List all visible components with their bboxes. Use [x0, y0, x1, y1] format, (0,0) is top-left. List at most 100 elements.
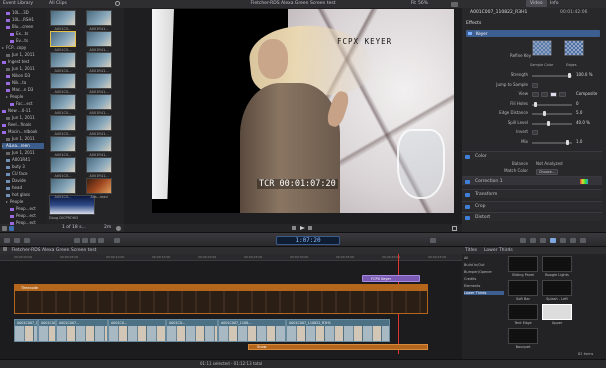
event-library-item[interactable]: Ingest test — [2, 59, 44, 65]
zoom-value[interactable]: 56% — [418, 0, 428, 7]
library-icon[interactable] — [14, 238, 20, 243]
titles-category[interactable]: Lower Thirds — [464, 291, 504, 295]
keyer-param-slider-track[interactable] — [532, 103, 572, 106]
title-preview-thumbnail[interactable] — [508, 304, 538, 320]
storyline-clip[interactable]: A001C007... — [56, 319, 108, 342]
titles-category[interactable]: Credits — [464, 277, 504, 281]
sample-color-swatch[interactable] — [532, 40, 552, 56]
correction-section[interactable]: Correction 1 — [462, 176, 602, 185]
keyer-param-slider-knob[interactable] — [533, 101, 537, 107]
title-preview-thumbnail[interactable] — [508, 328, 538, 344]
event-library-item[interactable]: Jun 1, 2011 — [2, 136, 44, 142]
skip-back-button[interactable] — [292, 226, 296, 230]
view-mode-button[interactable] — [532, 92, 539, 97]
keyer-param-toggle[interactable] — [532, 82, 538, 88]
clip-thumbnail[interactable] — [86, 136, 112, 152]
transform-section[interactable]: Transform — [462, 189, 602, 198]
clip-thumbnail[interactable] — [50, 94, 76, 110]
filmstrip-view-icon[interactable] — [2, 225, 7, 231]
storyline-clip[interactable]: A001C0... — [108, 319, 166, 342]
clip-thumbnail[interactable] — [86, 178, 112, 194]
event-library-item[interactable]: Reel...finals — [2, 122, 44, 128]
event-library-item[interactable]: hot glass — [2, 192, 44, 198]
disclosure-triangle-icon[interactable] — [2, 47, 4, 49]
title-preview-thumbnail[interactable] — [542, 280, 572, 296]
connect-edit-icon[interactable] — [74, 238, 80, 243]
tab-video[interactable]: Video — [526, 0, 547, 7]
clip-thumbnail[interactable] — [86, 31, 112, 47]
themes-icon[interactable] — [570, 238, 576, 243]
timeline-back-icon[interactable] — [3, 247, 7, 251]
tab-info[interactable]: Info — [550, 0, 559, 7]
keyword-icon[interactable] — [24, 238, 30, 243]
event-library-item[interactable]: Peop...ect — [2, 206, 44, 212]
keyer-param-slider-track[interactable] — [532, 113, 572, 115]
keyer-param-slider-knob[interactable] — [547, 120, 551, 126]
event-library-item[interactable]: People — [2, 199, 44, 205]
select-tool-icon[interactable] — [114, 238, 120, 243]
keyer-param-toggle[interactable] — [532, 130, 538, 135]
clip-thumbnail[interactable] — [86, 94, 112, 110]
title-preview-thumbnail[interactable] — [542, 256, 572, 272]
event-library-item[interactable]: 10L...3D — [2, 10, 44, 16]
storyline-clip[interactable]: A001C007_110822_R3H1 — [38, 319, 56, 342]
dashboard-timecode[interactable]: 1:07:20 — [276, 236, 340, 245]
keyer-param-slider-knob[interactable] — [568, 73, 572, 78]
clip-thumbnail[interactable] — [50, 136, 76, 152]
view-options-icon[interactable] — [451, 1, 458, 7]
titles-search-label[interactable]: Lower Thirds — [484, 247, 513, 254]
color-section[interactable]: Color — [462, 151, 602, 160]
enhancements-icon[interactable] — [430, 238, 436, 243]
clip-thumbnail[interactable] — [50, 178, 76, 194]
fit-label[interactable]: Fit — [411, 0, 416, 7]
play-button[interactable] — [300, 225, 305, 230]
music-icon[interactable] — [530, 238, 536, 243]
list-view-icon[interactable] — [9, 225, 14, 231]
event-library-item[interactable]: FCP...copy — [2, 45, 44, 51]
storyline-clip[interactable]: A001C007_110822_R3H1 — [286, 319, 390, 342]
crop-section[interactable]: Crop — [462, 201, 602, 210]
disclosure-triangle-icon[interactable] — [6, 201, 8, 203]
event-library-item[interactable]: Peop...ect — [2, 213, 44, 219]
clip-thumbnail[interactable] — [50, 10, 76, 26]
fullscreen-icon[interactable] — [452, 225, 457, 231]
clip-thumbnail[interactable] — [50, 31, 76, 47]
disclosure-triangle-icon[interactable] — [2, 145, 4, 147]
event-library-item[interactable]: Jun 1, 2011 — [2, 52, 44, 58]
event-library-item[interactable]: Nikon D3 — [2, 73, 44, 79]
keyer-enable-checkbox[interactable] — [468, 32, 472, 35]
event-library-item[interactable]: Ev...ts — [2, 38, 44, 44]
event-library-item[interactable]: Peop...ect — [2, 220, 44, 226]
event-library-item[interactable]: CU face — [2, 171, 44, 177]
effects-browser-icon[interactable] — [580, 238, 586, 243]
keyer-param-slider-track[interactable] — [532, 122, 572, 125]
clip-thumbnail[interactable] — [86, 157, 112, 173]
event-library-item[interactable]: Mac...n D3 — [2, 87, 44, 93]
storyline-clip[interactable]: A001C007_110822_R3H1 — [14, 319, 38, 342]
clip-thumbnail[interactable] — [50, 115, 76, 131]
event-library-item[interactable]: Fac...ect — [2, 101, 44, 107]
event-library-item[interactable]: Jun 1, 2011 — [2, 115, 44, 121]
titles-category[interactable]: Bumper/Opener — [464, 270, 504, 274]
snow-clip[interactable]: Snow — [248, 344, 428, 350]
photos-icon[interactable] — [540, 238, 546, 243]
event-library-item[interactable]: 10L...RSH1 — [2, 17, 44, 23]
video-frame[interactable]: FCPX KEYER TCR 00:01:07:20 — [152, 9, 454, 213]
title-clip[interactable]: FCPX Keyer — [362, 275, 420, 282]
append-edit-icon[interactable] — [90, 238, 96, 243]
keyer-param-slider-knob[interactable] — [543, 111, 547, 116]
event-library-item[interactable]: Macin...rdbook — [2, 129, 44, 135]
keyer-effect-row[interactable]: Keyer — [466, 30, 600, 37]
event-library-item[interactable]: Ex...ts — [2, 31, 44, 37]
clip-thumbnail[interactable] — [50, 52, 76, 68]
event-library-item[interactable]: A001R41 — [2, 157, 44, 163]
keyer-param-slider-knob[interactable] — [566, 139, 570, 145]
title-preview-thumbnail[interactable] — [542, 304, 572, 320]
generators-icon[interactable] — [560, 238, 566, 243]
storyline-clip[interactable]: A001C0... — [166, 319, 218, 342]
title-preview-thumbnail[interactable] — [508, 280, 538, 296]
match-color-choose-button[interactable]: Choose... — [536, 169, 558, 175]
title-preview-thumbnail[interactable] — [508, 256, 538, 272]
search-icon[interactable] — [115, 1, 120, 6]
clip-thumbnail[interactable] — [86, 52, 112, 68]
